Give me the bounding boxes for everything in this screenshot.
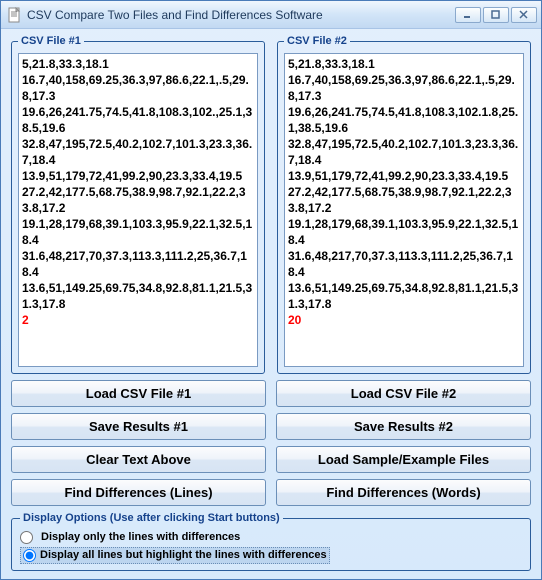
display-options-container: Display Options (Use after clicking Star… [11, 512, 531, 571]
csv-file-1-textbox[interactable]: 5,21.8,33.3,18.116.7,40,158,69.25,36.3,9… [18, 53, 258, 367]
window-title: CSV Compare Two Files and Find Differenc… [27, 8, 453, 22]
display-all-highlight-radio[interactable] [23, 549, 36, 562]
text-line: 5,21.8,33.3,18.1 [288, 56, 520, 72]
text-line-diff: 20 [288, 312, 520, 328]
text-line: 19.6,26,241.75,74.5,41.8,108.3,102.,25.1… [22, 104, 254, 136]
text-line: 13.6,51,149.25,69.75,34.8,92.8,81.1,21.5… [288, 280, 520, 312]
csv-file-2-group: CSV File #2 5,21.8,33.3,18.116.7,40,158,… [277, 35, 531, 374]
load-sample-button[interactable]: Load Sample/Example Files [276, 446, 531, 473]
app-icon [7, 7, 23, 23]
app-window: CSV Compare Two Files and Find Differenc… [0, 0, 542, 580]
text-line: 27.2,42,177.5,68.75,38.9,98.7,92.1,22.2,… [22, 184, 254, 216]
text-line: 13.9,51,179,72,41,99.2,90,23.3,33.4,19.5 [288, 168, 520, 184]
display-only-diff-label[interactable]: Display only the lines with differences [41, 531, 240, 543]
clear-text-button[interactable]: Clear Text Above [11, 446, 266, 473]
load-csv-1-button[interactable]: Load CSV File #1 [11, 380, 266, 407]
csv-file-1-group: CSV File #1 5,21.8,33.3,18.116.7,40,158,… [11, 35, 265, 374]
client-area: CSV File #1 5,21.8,33.3,18.116.7,40,158,… [1, 29, 541, 579]
text-line: 5,21.8,33.3,18.1 [22, 56, 254, 72]
display-options-group: Display Options (Use after clicking Star… [11, 512, 531, 571]
text-line: 13.6,51,149.25,69.75,34.8,92.8,81.1,21.5… [22, 280, 254, 312]
maximize-button[interactable] [483, 7, 509, 23]
text-line: 19.1,28,179,68,39.1,103.3,95.9,22.1,32.5… [288, 216, 520, 248]
display-options-legend: Display Options (Use after clicking Star… [20, 512, 283, 524]
text-line: 32.8,47,195,72.5,40.2,102.7,101.3,23.3,3… [288, 136, 520, 168]
titlebar: CSV Compare Two Files and Find Differenc… [1, 1, 541, 29]
minimize-button[interactable] [455, 7, 481, 23]
display-only-diff-radio[interactable] [20, 531, 33, 544]
text-line: 31.6,48,217,70,37.3,113.3,111.2,25,36.7,… [22, 248, 254, 280]
csv-file-2-textbox[interactable]: 5,21.8,33.3,18.116.7,40,158,69.25,36.3,9… [284, 53, 524, 367]
load-csv-2-button[interactable]: Load CSV File #2 [276, 380, 531, 407]
text-line: 32.8,47,195,72.5,40.2,102.7,101.3,23.3,3… [22, 136, 254, 168]
text-line: 31.6,48,217,70,37.3,113.3,111.2,25,36.7,… [288, 248, 520, 280]
text-line: 13.9,51,179,72,41,99.2,90,23.3,33.4,19.5 [22, 168, 254, 184]
text-line: 27.2,42,177.5,68.75,38.9,98.7,92.1,22.2,… [288, 184, 520, 216]
close-button[interactable] [511, 7, 537, 23]
text-line-diff: 2 [22, 312, 254, 328]
save-results-1-button[interactable]: Save Results #1 [11, 413, 266, 440]
text-line: 19.1,28,179,68,39.1,103.3,95.9,22.1,32.5… [22, 216, 254, 248]
save-results-2-button[interactable]: Save Results #2 [276, 413, 531, 440]
display-all-highlight-label[interactable]: Display all lines but highlight the line… [40, 549, 327, 561]
text-line: 19.6,26,241.75,74.5,41.8,108.3,102.1.8,2… [288, 104, 520, 136]
text-line: 16.7,40,158,69.25,36.3,97,86.6,22.1,.5,2… [22, 72, 254, 104]
csv-file-1-legend: CSV File #1 [18, 35, 84, 47]
find-differences-words-button[interactable]: Find Differences (Words) [276, 479, 531, 506]
files-row: CSV File #1 5,21.8,33.3,18.116.7,40,158,… [11, 35, 531, 374]
csv-file-2-legend: CSV File #2 [284, 35, 350, 47]
find-differences-lines-button[interactable]: Find Differences (Lines) [11, 479, 266, 506]
text-line: 16.7,40,158,69.25,36.3,97,86.6,22.1,.5,2… [288, 72, 520, 104]
